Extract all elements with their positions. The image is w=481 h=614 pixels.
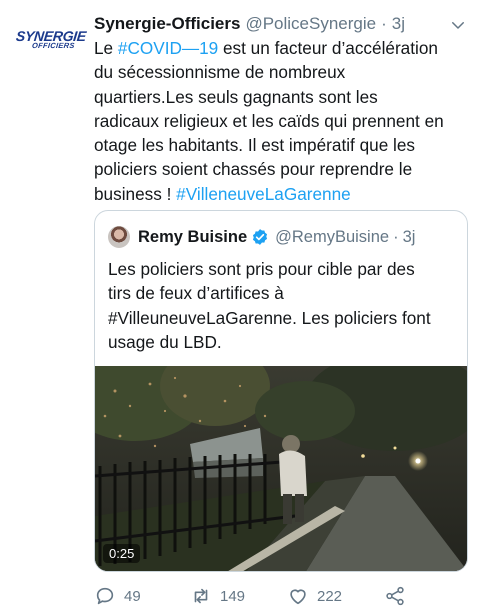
quoted-author-avatar[interactable]: [108, 226, 130, 248]
tweet-text-line: Le #COVID—19 est un facteur d’accélérati…: [94, 36, 472, 60]
hashtag-link-covid[interactable]: #COVID—19: [118, 38, 218, 58]
quoted-tweet-timestamp[interactable]: 3j: [403, 228, 416, 247]
quoted-tweet-card[interactable]: Remy Buisine @RemyBuisine · 3j Les polic…: [94, 210, 468, 572]
quoted-text-line: Les policiers sont pris pour cible par d…: [108, 259, 415, 279]
tweet-action-bar: 49 149 222: [94, 583, 474, 609]
text-span: est un facteur d’accélération: [218, 38, 438, 58]
quoted-author-handle[interactable]: @RemyBuisine: [275, 228, 389, 247]
share-button[interactable]: [384, 583, 406, 609]
video-frame: [95, 366, 467, 571]
retweet-button[interactable]: 149: [190, 583, 245, 609]
reply-count: 49: [124, 587, 141, 605]
quoted-text-line: tirs de feux d’artifices à: [108, 283, 284, 304]
share-icon: [386, 586, 404, 606]
tweet-text-line: quartiers.Les seuls gagnants sont les: [94, 86, 378, 107]
tweet-text-line: du sécessionnisme de nombreux: [94, 62, 346, 83]
author-name[interactable]: Synergie-Officiers: [94, 14, 240, 34]
author-avatar-logo[interactable]: SYNERGIE OFFICIERS: [14, 28, 87, 62]
video-player[interactable]: 0:25: [95, 366, 467, 571]
quoted-text-line: #VilleuneuveLaGarenne. Les policiers fon…: [108, 307, 431, 328]
tweet-text-line: policiers soient chassés pour reprendre …: [94, 159, 413, 180]
like-count: 222: [317, 587, 343, 605]
quoted-text-line: usage du LBD.: [108, 331, 222, 352]
retweet-icon: [194, 588, 208, 604]
quoted-tweet-header: Remy Buisine @RemyBuisine · 3j: [108, 225, 459, 249]
hashtag-link-villeneuve[interactable]: #VilleneuveLaGarenne: [176, 184, 351, 204]
tweet-timestamp[interactable]: 3j: [392, 14, 405, 34]
text-span: business !: [94, 183, 177, 204]
verified-badge-icon: [253, 229, 268, 245]
separator-dot: ·: [393, 227, 399, 246]
tweet-text-line: business ! #VilleneuveLaGarenne: [94, 182, 472, 206]
like-button[interactable]: 222: [287, 583, 342, 609]
tweet-text: Le #COVID—19 est un facteur d’accélérati…: [94, 36, 472, 206]
retweet-count: 149: [220, 587, 246, 605]
separator-dot: ·: [381, 14, 387, 33]
logo-text-officiers: OFFICIERS: [31, 41, 76, 50]
reply-button[interactable]: 49: [94, 583, 141, 609]
heart-icon: [290, 589, 306, 605]
author-handle[interactable]: @PoliceSynergie: [245, 14, 376, 34]
chevron-down-icon[interactable]: [449, 16, 467, 34]
quoted-tweet-text: Les policiers sont pris pour cible par d…: [108, 257, 458, 354]
quoted-author-name[interactable]: Remy Buisine: [138, 228, 247, 247]
tweet-header: Synergie-Officiers @PoliceSynergie · 3j: [94, 12, 467, 36]
tweet-text-line: otage les habitants. Il est impératif qu…: [94, 135, 416, 156]
text-span: Le: [94, 38, 118, 58]
video-duration: 0:25: [103, 544, 141, 563]
reply-icon: [96, 587, 114, 605]
tweet-text-line: radicaux religieux et les caïds qui pren…: [94, 110, 444, 131]
tweet: SYNERGIE OFFICIERS Synergie-Officiers @P…: [0, 0, 481, 614]
